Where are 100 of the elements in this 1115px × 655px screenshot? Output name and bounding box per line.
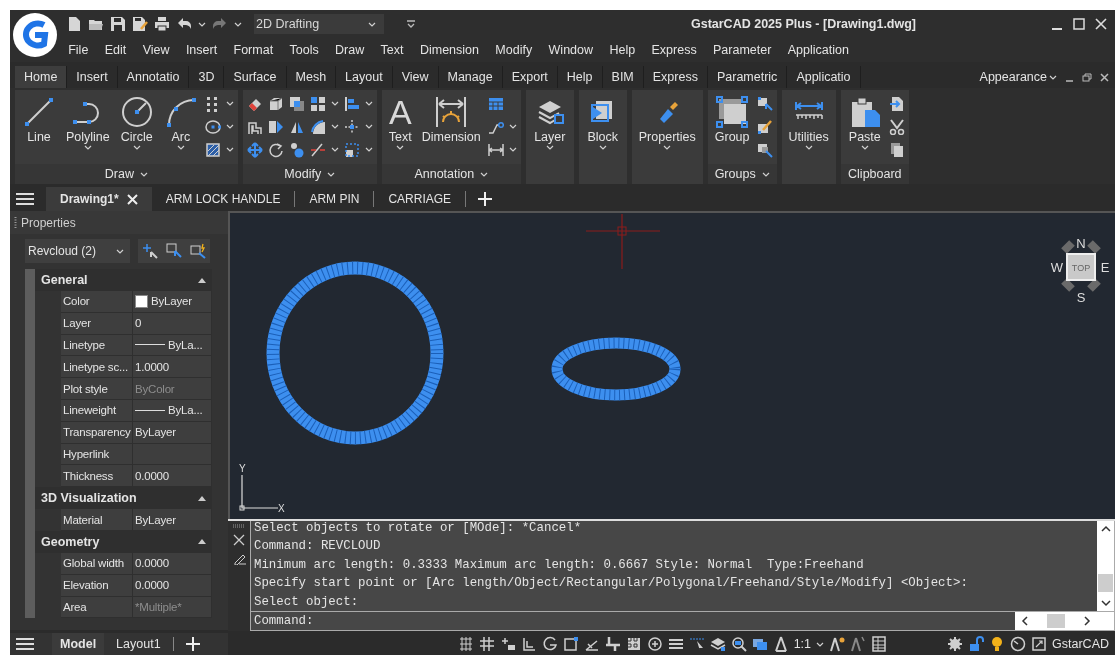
menu-item[interactable]: Express [643,43,705,57]
property-value[interactable]: ByLa... [133,400,212,422]
compass-label[interactable]: E [1100,260,1110,275]
caret-icon[interactable] [132,145,141,150]
dimension-icon[interactable] [434,95,469,129]
line-icon[interactable] [22,95,56,129]
layers-stack-icon[interactable] [709,636,726,652]
caret-icon[interactable] [330,147,339,152]
caret-icon[interactable] [225,124,234,129]
collapse-icon[interactable] [198,277,206,283]
menu-item[interactable]: Dimension [411,43,488,57]
align-icon[interactable] [343,95,360,112]
caret-icon[interactable] [396,145,405,150]
scrollbar-thumb[interactable] [1047,614,1065,628]
property-value[interactable]: 0.0000 [133,465,212,488]
table-icon[interactable] [487,95,504,112]
polyline-button[interactable]: Polyline [63,93,113,152]
caret-icon[interactable] [330,101,339,106]
property-value[interactable]: 0.0000 [133,574,212,597]
list-icon[interactable] [871,636,888,652]
drawing-canvas[interactable]: N W TOP E S Y X [228,211,1115,519]
menu-item[interactable]: Application [779,43,858,57]
fullscreen-icon[interactable] [1031,636,1048,652]
document-tab[interactable]: CARRIAGE [374,191,467,207]
menu-item[interactable]: Insert [177,43,226,57]
circle-button[interactable]: Circle [116,93,157,152]
caret-icon[interactable] [804,145,813,150]
caret-icon[interactable] [225,147,234,152]
property-value[interactable]: 1.0000 [133,356,212,379]
close-icon[interactable] [233,534,245,546]
collapse-icon[interactable] [198,539,206,545]
mirror-block-icon[interactable] [267,118,284,135]
line-button[interactable]: Line [19,93,59,146]
vertical-scrollbar[interactable] [1097,521,1114,611]
ortho-icon[interactable] [520,636,537,652]
customize-icon[interactable] [406,19,416,29]
document-tab[interactable]: ARM LOCK HANDLE [151,191,296,207]
caret-icon[interactable] [198,21,206,27]
gauge-icon[interactable] [1010,636,1027,652]
lineweight-icon[interactable] [667,636,684,652]
properties-button[interactable]: Properties [635,93,699,152]
annotation-visibility-icon[interactable] [829,636,846,652]
property-value[interactable]: ByLayer [133,291,212,313]
add-tab-icon[interactable] [185,637,200,651]
group-select-icon[interactable] [756,95,773,112]
caret-icon[interactable] [176,145,185,150]
caret-icon[interactable] [508,147,517,152]
menu-item[interactable]: Parameter [704,43,780,57]
compass-label[interactable]: W [1050,260,1064,275]
select-objects-icon[interactable] [166,243,182,259]
caret-icon[interactable] [598,145,607,150]
caret-icon[interactable] [225,101,234,106]
ribbon-tab[interactable]: Home [15,66,68,88]
property-value[interactable]: 0 [133,312,212,335]
caret-icon[interactable] [368,21,376,27]
polar-icon[interactable] [541,636,558,652]
scrollbar-thumb[interactable] [1098,574,1113,592]
selection-dropdown[interactable]: Revcloud (2) [25,239,130,263]
add-tab-icon[interactable] [478,192,493,206]
compass-label[interactable]: N [1076,236,1086,251]
restore-icon[interactable] [1082,72,1092,82]
arc-button[interactable]: Arc [160,93,201,152]
model-tab[interactable]: Model [52,633,105,655]
fillet-icon[interactable] [309,118,326,135]
save-as-icon[interactable] [132,16,148,32]
grid-icon[interactable] [457,636,474,652]
scroll-down-icon[interactable] [1100,600,1111,607]
move-icon[interactable] [246,141,263,158]
menu-item[interactable]: View [134,43,178,57]
group-icon[interactable] [715,95,750,129]
collapse-icon[interactable] [198,495,206,501]
quick-select-icon[interactable] [190,243,206,259]
caret-icon[interactable] [508,124,517,129]
caret-icon[interactable] [1049,74,1057,80]
gear-icon[interactable] [947,636,964,652]
caret-icon[interactable] [364,147,373,152]
autoscale-icon[interactable] [850,636,867,652]
infer-icon[interactable] [499,636,516,652]
caret-icon[interactable] [83,145,92,150]
checker-icon[interactable] [625,636,642,652]
caret-icon[interactable] [816,641,825,647]
property-value[interactable]: ByLa... [133,334,212,357]
layout-tab[interactable]: Layout1 [108,633,169,655]
osnap-icon[interactable] [562,636,579,652]
block-button[interactable]: Block [582,93,623,152]
caret-icon[interactable] [139,171,148,177]
menu-item[interactable]: File [60,43,97,57]
workspace-dropdown[interactable]: 2D Drafting [254,14,384,34]
section-header[interactable]: General [41,273,88,287]
rotate-icon[interactable] [267,141,284,158]
menu-icon[interactable] [16,193,34,205]
scissors-icon[interactable] [888,118,905,135]
cycle-icon[interactable] [646,636,663,652]
maximize-icon[interactable] [1073,18,1085,30]
close-icon[interactable] [1100,72,1109,82]
menu-item[interactable]: Modify [487,43,541,57]
close-icon[interactable] [1095,18,1107,30]
caret-icon[interactable] [364,101,373,106]
caret-icon[interactable] [364,124,373,129]
snap-grid-icon[interactable] [478,636,495,652]
